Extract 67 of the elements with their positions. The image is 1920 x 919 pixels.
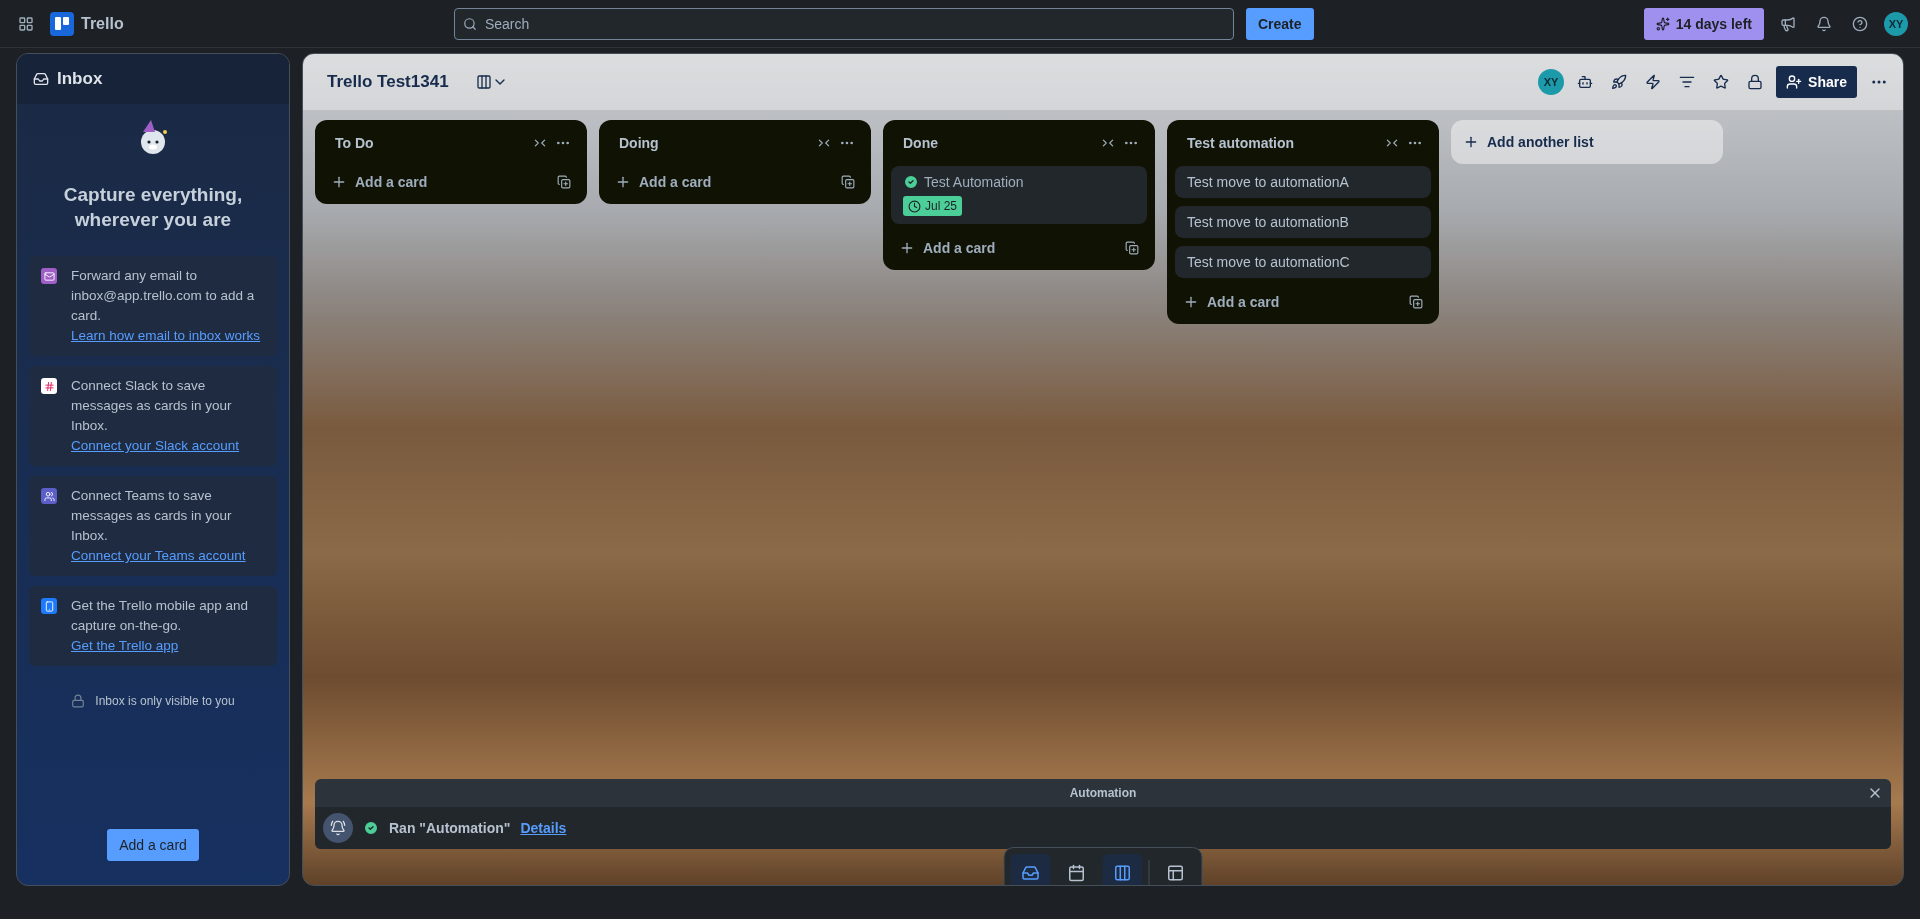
member-avatar[interactable]: XY: [1538, 69, 1565, 95]
inbox-icon: [33, 71, 49, 87]
add-card-button[interactable]: Add a card: [107, 829, 199, 861]
inbox-icon: [1021, 863, 1040, 882]
inbox-title: Inbox: [57, 69, 103, 89]
logo-icon[interactable]: [50, 11, 74, 36]
board-tab[interactable]: [1102, 854, 1143, 885]
task-card[interactable]: Test move to automationC: [1175, 246, 1431, 278]
card-title: Test move to automationA: [1187, 174, 1349, 190]
tip-link[interactable]: Learn how email to inbox works: [71, 326, 265, 346]
columns-icon: [1113, 863, 1132, 882]
trial-button[interactable]: 14 days left: [1643, 7, 1764, 40]
teams-icon: [41, 488, 57, 504]
task-card[interactable]: Test Automation Jul 25: [891, 166, 1147, 224]
panels-icon: [1166, 863, 1185, 882]
plus-icon: [331, 174, 347, 190]
add-card-button[interactable]: Add a card: [1183, 294, 1405, 310]
card-title: Test move to automationB: [1187, 214, 1349, 230]
share-button[interactable]: Share: [1776, 66, 1857, 98]
check-icon: [363, 820, 379, 836]
tip-link[interactable]: Connect your Teams account: [71, 546, 265, 566]
tip-text: Connect Slack to save messages as cards in your Inbox.: [71, 377, 233, 435]
tip-link[interactable]: Get the Trello app: [71, 636, 265, 656]
add-card-button[interactable]: Add a card: [899, 240, 1121, 256]
toast-message: Ran "Automation": [389, 820, 511, 836]
app-name[interactable]: Trello: [81, 14, 124, 33]
tip-text: Get the Trello mobile app and capture on-the-go.: [71, 597, 250, 635]
plus-icon: [1463, 134, 1479, 150]
list-title[interactable]: Doing: [619, 135, 813, 151]
add-card-button[interactable]: Add a card: [615, 174, 837, 190]
list-title[interactable]: Done: [903, 135, 1097, 151]
calendar-icon: [1067, 863, 1086, 882]
sparkles-icon: [1655, 16, 1670, 31]
add-person-icon: [1786, 74, 1803, 90]
user-avatar[interactable]: XY: [1884, 11, 1908, 36]
inbox-tab[interactable]: [1010, 854, 1051, 885]
board-title[interactable]: Trello Test1341: [327, 72, 449, 92]
add-list-button[interactable]: Add another list: [1451, 120, 1723, 164]
tip-link[interactable]: Connect your Slack account: [71, 436, 265, 456]
clock-icon: [908, 199, 921, 213]
lock-icon: [71, 694, 86, 708]
search-icon: [462, 16, 477, 31]
privacy-note: Inbox is only visible to you: [95, 694, 235, 708]
tip-text: Forward any email to inbox@app.trello.com to add a card.: [71, 267, 256, 325]
details-link[interactable]: Details: [520, 820, 567, 836]
card-title: Test move to automationC: [1187, 254, 1350, 270]
create-button[interactable]: Create: [1245, 7, 1314, 40]
search-field[interactable]: Search: [453, 7, 1234, 40]
toast-title: Automation: [1069, 786, 1137, 800]
bell-avatar-icon: [323, 813, 353, 843]
list-title[interactable]: Test automation: [1187, 135, 1381, 151]
plus-icon: [899, 240, 915, 256]
inbox-headline: Capture everything, wherever you are: [62, 183, 244, 232]
add-card-button[interactable]: Add a card: [331, 174, 553, 190]
plus-icon: [615, 174, 631, 190]
mobile-icon: [41, 598, 57, 614]
task-card[interactable]: Test move to automationB: [1175, 206, 1431, 238]
search-input[interactable]: Search: [482, 14, 1225, 33]
list-title[interactable]: To Do: [335, 135, 529, 151]
task-card[interactable]: Test move to automationA: [1175, 166, 1431, 198]
columns-icon: [475, 74, 492, 90]
due-date-badge: Jul 25: [903, 196, 963, 216]
card-title: Test Automation: [924, 174, 1024, 190]
slack-icon: [41, 378, 57, 394]
plus-icon: [1183, 294, 1199, 310]
email-icon: [41, 268, 57, 284]
tip-text: Connect Teams to save messages as cards in your Inbox.: [71, 487, 233, 545]
